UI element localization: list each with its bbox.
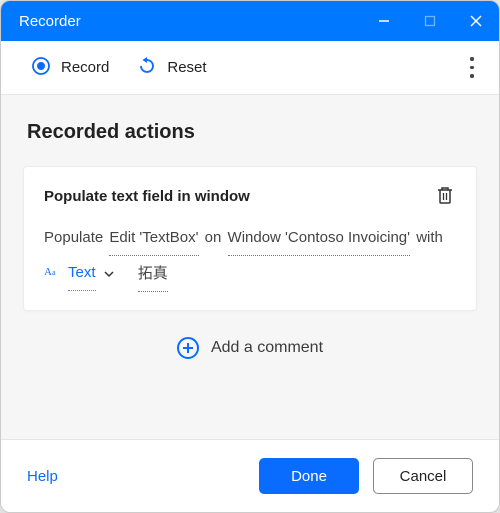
maximize-button[interactable] [407, 1, 453, 41]
record-label: Record [61, 59, 109, 76]
toolbar: Record Reset [1, 41, 499, 95]
action-sentence: Populate Edit 'TextBox' on Window 'Conto… [44, 221, 456, 292]
done-button[interactable]: Done [259, 458, 359, 494]
window-title: Recorder [19, 13, 81, 30]
sentence-mid2: with [416, 229, 443, 246]
help-link[interactable]: Help [27, 468, 58, 485]
text-type-token[interactable]: A a Text [44, 256, 116, 291]
svg-text:A: A [44, 266, 52, 278]
add-comment-label: Add a comment [211, 339, 323, 357]
action-title: Populate text field in window [44, 188, 250, 205]
plus-icon [177, 337, 199, 359]
reset-button[interactable]: Reset [127, 52, 216, 84]
action-card-header: Populate text field in window [44, 185, 456, 207]
minimize-button[interactable] [361, 1, 407, 41]
section-title: Recorded actions [27, 121, 477, 144]
trash-icon [436, 185, 454, 208]
record-icon [31, 56, 51, 80]
reset-icon [137, 56, 157, 80]
sentence-mid1: on [205, 229, 226, 246]
chevron-down-icon [102, 267, 116, 281]
more-icon [470, 55, 474, 81]
titlebar: Recorder [1, 1, 499, 41]
cancel-button[interactable]: Cancel [373, 458, 473, 494]
record-button[interactable]: Record [21, 52, 119, 84]
cancel-label: Cancel [400, 468, 447, 485]
text-value-token[interactable]: 拓真 [138, 257, 168, 292]
target-window-token[interactable]: Window 'Contoso Invoicing' [228, 221, 410, 256]
body-area: Recorded actions Populate text field in … [1, 95, 499, 440]
action-card: Populate text field in window [23, 166, 477, 311]
sentence-pre: Populate [44, 229, 107, 246]
delete-action-button[interactable] [434, 185, 456, 207]
text-type-icon: A a [44, 257, 62, 290]
text-type-label: Text [68, 256, 96, 291]
recorder-window: Recorder Record Reset [0, 0, 500, 513]
more-options-button[interactable] [457, 53, 487, 83]
footer: Help Done Cancel [1, 440, 499, 512]
add-comment-button[interactable]: Add a comment [23, 337, 477, 359]
target-element-token[interactable]: Edit 'TextBox' [109, 221, 198, 256]
reset-label: Reset [167, 59, 206, 76]
svg-text:a: a [52, 268, 56, 277]
close-button[interactable] [453, 1, 499, 41]
done-label: Done [291, 468, 327, 485]
